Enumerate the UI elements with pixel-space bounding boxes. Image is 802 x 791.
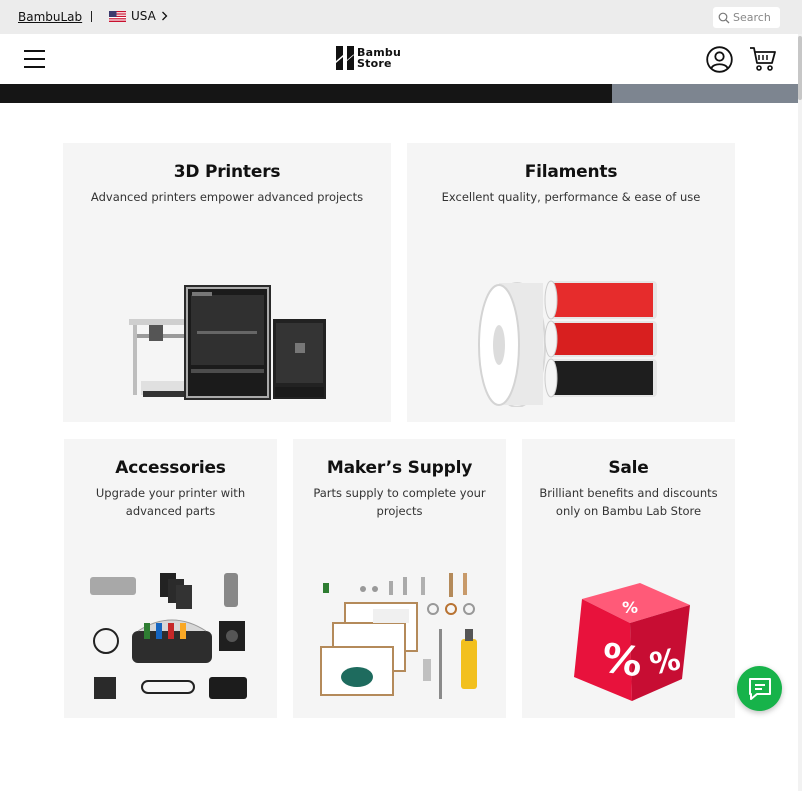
top-utility-bar: BambuLab USA Search bbox=[0, 0, 802, 34]
sale-dice-image: % % % bbox=[574, 583, 690, 701]
category-card-sale[interactable]: Sale Brilliant benefits and discounts on… bbox=[522, 439, 735, 718]
logo-line-2: Store bbox=[357, 57, 392, 70]
hero-banner-strip-right[interactable] bbox=[612, 84, 798, 103]
logo-text: Bambu Store bbox=[357, 47, 401, 69]
card-title: Sale bbox=[608, 458, 649, 478]
card-subtitle: Advanced printers empower advanced proje… bbox=[90, 190, 364, 204]
region-selector[interactable]: USA bbox=[109, 9, 168, 23]
us-flag-icon bbox=[109, 10, 126, 22]
card-title: Maker’s Supply bbox=[326, 458, 473, 478]
chat-icon bbox=[748, 677, 771, 700]
search-placeholder: Search bbox=[733, 11, 771, 24]
search-icon bbox=[718, 12, 730, 23]
category-card-3d-printers[interactable]: 3D Printers Advanced printers empower ad… bbox=[63, 143, 391, 422]
main-header: Bambu Store bbox=[0, 34, 802, 84]
filament-spools-image bbox=[478, 280, 657, 407]
svg-text:%: % bbox=[599, 635, 645, 686]
makers-supply-image bbox=[320, 573, 477, 699]
card-title: 3D Printers bbox=[173, 162, 281, 182]
search-input[interactable]: Search bbox=[713, 7, 780, 28]
card-title: Accessories bbox=[115, 458, 226, 478]
region-label: USA bbox=[131, 9, 156, 23]
category-card-filaments[interactable]: Filaments Excellent quality, performance… bbox=[407, 143, 735, 422]
menu-icon[interactable] bbox=[24, 50, 45, 68]
cart-icon[interactable] bbox=[749, 46, 777, 72]
bambulab-link[interactable]: BambuLab bbox=[18, 10, 82, 24]
account-icon[interactable] bbox=[706, 46, 733, 73]
card-title: Filaments bbox=[524, 162, 618, 182]
scrollbar-thumb[interactable] bbox=[798, 36, 802, 100]
bambu-logo-icon bbox=[336, 46, 354, 70]
card-subtitle: Upgrade your printer with advanced parts bbox=[95, 486, 246, 518]
hero-banner-strip[interactable] bbox=[0, 84, 612, 103]
divider bbox=[91, 11, 92, 22]
category-card-accessories[interactable]: Accessories Upgrade your printer with ad… bbox=[64, 439, 277, 718]
3d-printers-image bbox=[129, 285, 326, 400]
card-subtitle: Brilliant benefits and discounts only on… bbox=[539, 486, 718, 518]
chevron-right-icon bbox=[161, 11, 168, 21]
accessories-image bbox=[90, 573, 247, 699]
scrollbar-track[interactable] bbox=[798, 34, 802, 791]
category-card-makers-supply[interactable]: Maker’s Supply Parts supply to complete … bbox=[293, 439, 506, 718]
bambu-store-logo[interactable]: Bambu Store bbox=[336, 46, 401, 70]
card-subtitle: Excellent quality, performance & ease of… bbox=[441, 190, 701, 204]
card-subtitle: Parts supply to complete your projects bbox=[313, 486, 486, 518]
chat-button[interactable] bbox=[737, 666, 782, 711]
svg-text:%: % bbox=[622, 598, 638, 617]
